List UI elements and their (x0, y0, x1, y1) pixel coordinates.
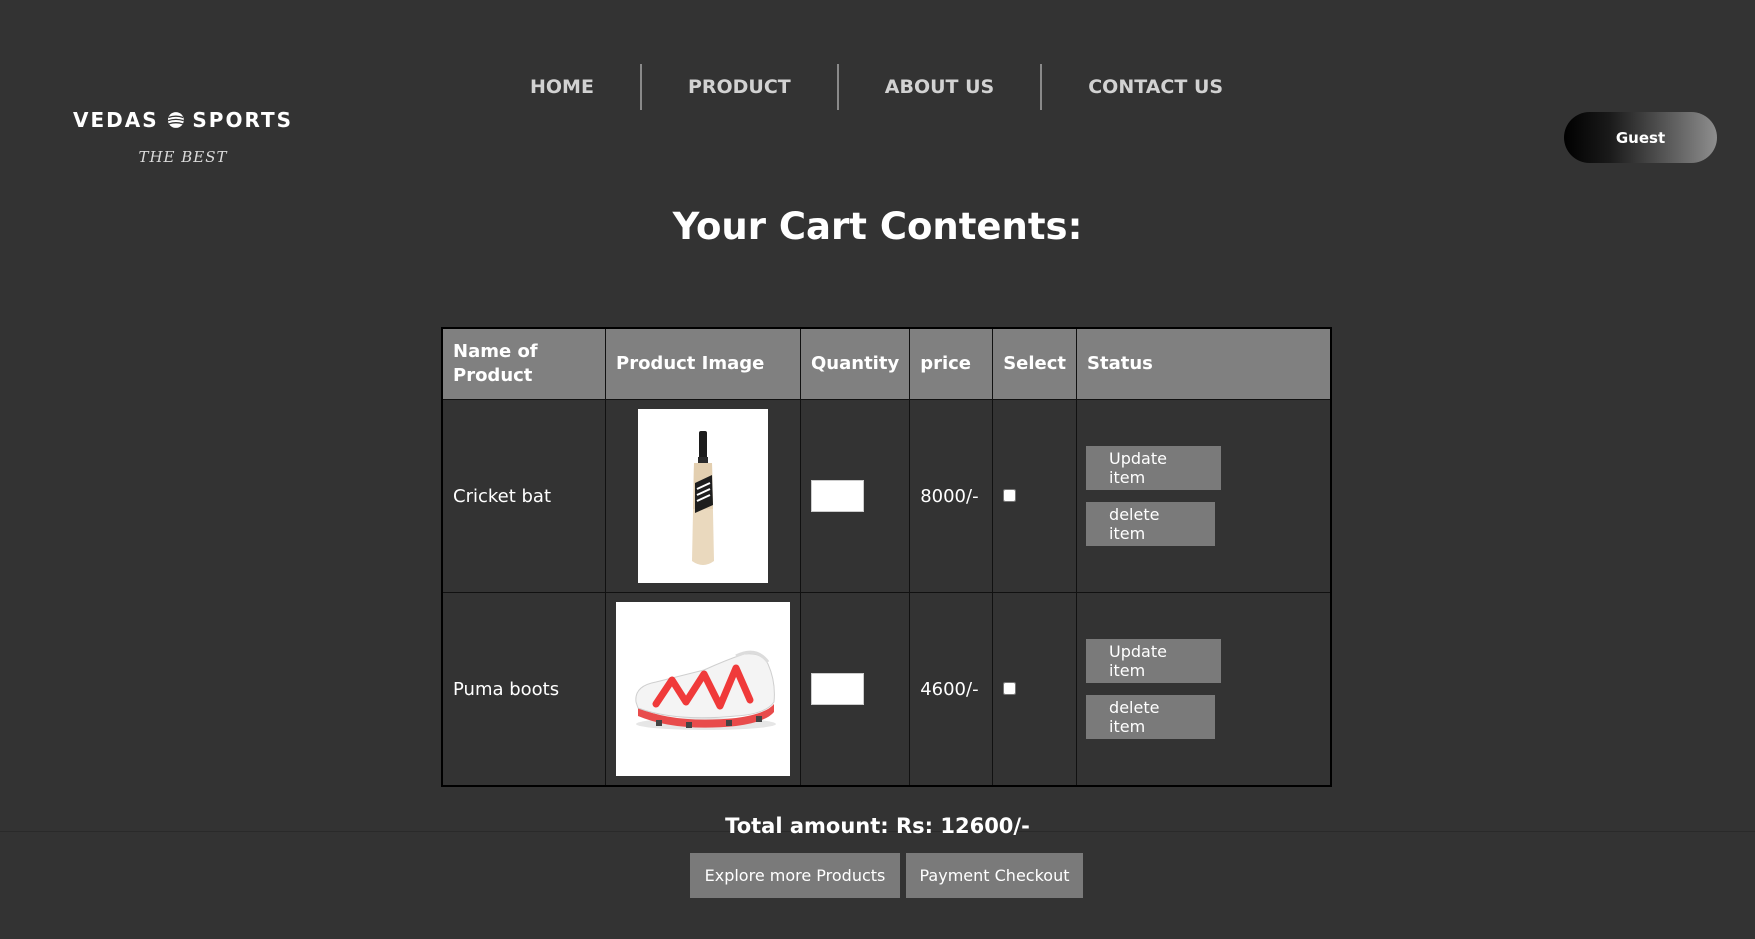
guest-user-button[interactable]: Guest (1564, 112, 1717, 163)
select-cell (992, 399, 1078, 593)
brand-name-right: SPORTS (192, 108, 293, 132)
header-status: Status (1076, 327, 1332, 400)
header-name: Name of Product (441, 327, 606, 400)
nav-item-about-us[interactable]: ABOUT US (839, 64, 1040, 110)
nav-item-product[interactable]: PRODUCT (642, 64, 837, 110)
select-checkbox[interactable] (1003, 681, 1017, 695)
product-name: Puma boots (441, 592, 606, 787)
cricket-bat-icon (638, 409, 768, 583)
delete-item-button[interactable]: delete item (1086, 695, 1216, 739)
payment-checkout-button[interactable]: Payment Checkout (906, 853, 1083, 898)
product-price: 4600/- (909, 592, 994, 787)
football-boot-icon (616, 602, 790, 776)
header-quantity: Quantity (799, 327, 911, 400)
cart-table: Name of Product Product Image Quantity p… (441, 327, 1332, 787)
product-image-cell (605, 592, 801, 787)
cart-row: Puma boots 4600/- Update item delete ite… (441, 592, 1332, 787)
select-cell (992, 592, 1078, 787)
explore-products-button[interactable]: Explore more Products (690, 853, 900, 898)
cart-total: Total amount: Rs: 12600/- (725, 814, 1030, 838)
footer-actions: Explore more Products Payment Checkout (690, 853, 1083, 898)
delete-item-button[interactable]: delete item (1086, 502, 1216, 546)
main-nav: HOME PRODUCT ABOUT US CONTACT US (490, 64, 1269, 110)
header-price: price (909, 327, 994, 400)
update-item-button[interactable]: Update item (1086, 639, 1222, 683)
brand-logo[interactable]: VEDAS SPORTS THE BEST (73, 106, 293, 166)
cart-row: Cricket bat 8000/- Update item delete it… (441, 399, 1332, 593)
product-price: 8000/- (909, 399, 994, 593)
product-name: Cricket bat (441, 399, 606, 593)
page-title: Your Cart Contents: (672, 205, 1083, 248)
quantity-input[interactable] (811, 673, 864, 705)
header-select: Select (992, 327, 1078, 400)
quantity-cell (799, 592, 911, 787)
status-cell: Update item delete item (1076, 592, 1332, 787)
status-cell: Update item delete item (1076, 399, 1332, 593)
nav-item-home[interactable]: HOME (490, 64, 640, 110)
quantity-cell (799, 399, 911, 593)
brand-tagline: THE BEST (138, 148, 228, 166)
volleyball-icon (167, 112, 184, 128)
select-checkbox[interactable] (1003, 488, 1017, 502)
cart-table-header: Name of Product Product Image Quantity p… (441, 327, 1332, 400)
nav-item-contact-us[interactable]: CONTACT US (1042, 64, 1269, 110)
quantity-input[interactable] (811, 480, 864, 512)
product-image-cell (605, 399, 801, 593)
header-row: Name of Product Product Image Quantity p… (441, 327, 1332, 400)
brand-name-left: VEDAS (73, 108, 159, 132)
header-image: Product Image (605, 327, 801, 400)
update-item-button[interactable]: Update item (1086, 446, 1222, 490)
brand-wordmark: VEDAS SPORTS (73, 106, 293, 134)
